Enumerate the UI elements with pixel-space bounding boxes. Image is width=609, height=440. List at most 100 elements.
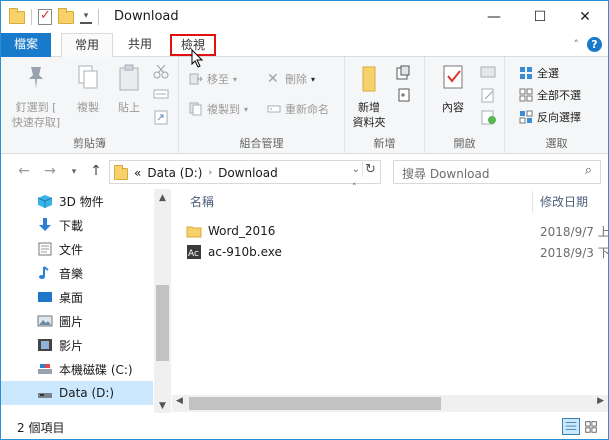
select-all-label: 全選 <box>537 67 559 80</box>
exe-icon: Ac <box>187 245 201 259</box>
help-icon[interactable]: ? <box>587 37 602 52</box>
file-date: 2018/9/7 上 <box>540 224 609 239</box>
search-input[interactable]: 搜尋 Download ⌕ <box>393 160 601 184</box>
new-group-label: 新增 <box>373 137 396 150</box>
nav-item-downloads[interactable]: 下載 <box>1 213 153 237</box>
edit-icon[interactable] <box>479 87 499 103</box>
paste-label: 貼上 <box>118 101 140 114</box>
paste-icon <box>119 64 139 91</box>
desktop-icon <box>38 292 52 302</box>
properties-icon[interactable] <box>38 8 52 25</box>
clipboard-group-label: 剪貼簿 <box>73 137 106 150</box>
scroll-thumb[interactable] <box>156 285 169 361</box>
forward-button[interactable]: → <box>41 163 59 179</box>
minimize-button[interactable]: — <box>471 1 517 33</box>
new-folder-icon[interactable] <box>58 7 74 24</box>
nav-label: Data (D:) <box>59 386 115 400</box>
help-area: ˄ ? <box>574 37 602 52</box>
select-none-button[interactable]: 全部不選 <box>519 85 581 105</box>
file-row[interactable]: Word_2016 2018/9/7 上 <box>186 221 608 241</box>
properties-button[interactable]: 內容 <box>433 63 473 115</box>
scroll-left-icon[interactable]: ◀ <box>176 396 183 406</box>
cut-icon[interactable] <box>153 65 169 79</box>
up-button[interactable]: ↑ <box>87 163 105 179</box>
properties-label: 內容 <box>442 101 464 114</box>
scroll-down-icon[interactable]: ▼ <box>154 401 171 411</box>
tab-share[interactable]: 共用 <box>115 33 165 57</box>
file-name: Word_2016 <box>208 224 276 238</box>
back-button[interactable]: ← <box>15 163 33 179</box>
copy-label: 複製 <box>77 101 99 114</box>
column-divider[interactable] <box>532 191 533 213</box>
delete-button[interactable]: ✕ 刪除 ▾ <box>267 69 315 89</box>
view-switcher <box>562 418 600 435</box>
nav-item-music[interactable]: 音樂 <box>1 261 153 285</box>
chevron-right-icon[interactable]: › <box>208 168 212 178</box>
copy-icon <box>78 65 98 89</box>
history-icon[interactable] <box>479 109 499 125</box>
nav-label: 下載 <box>59 218 84 233</box>
address-bar[interactable]: « Data (D:) › Download ⌄ ↻ <box>109 160 381 184</box>
select-all-button[interactable]: 全選 <box>519 63 559 83</box>
customize-qat-dropdown[interactable]: ▾ <box>80 10 92 24</box>
new-folder-button[interactable]: 新增 資料夾 <box>349 63 389 130</box>
invert-selection-button[interactable]: 反向選擇 <box>519 107 581 127</box>
pin-quick-access-button[interactable]: 釘選到 [ 快速存取] <box>7 63 65 130</box>
chevron-down-icon[interactable]: ⌄ <box>352 164 360 175</box>
refresh-icon[interactable]: ↻ <box>362 162 378 177</box>
item-count: 2 個項目 <box>17 421 65 435</box>
file-row[interactable]: Ac ac-910b.exe 2018/9/3 下 <box>186 242 608 262</box>
nav-item-documents[interactable]: 文件 <box>1 237 153 261</box>
copy-to-icon <box>189 102 202 116</box>
copy-button[interactable]: 複製 <box>69 63 107 115</box>
nav-item-drive-c[interactable]: 本機磁碟 (C:) <box>1 357 153 381</box>
open-group: 內容 開啟 <box>425 57 505 154</box>
rename-button[interactable]: 重新命名 <box>267 99 329 119</box>
copy-path-icon[interactable] <box>153 87 169 101</box>
address-prefix[interactable]: « <box>134 166 141 180</box>
close-button[interactable]: ✕ <box>562 1 608 33</box>
paste-shortcut-icon[interactable] <box>153 109 169 125</box>
ribbon: 釘選到 [ 快速存取] 複製 貼上 剪貼簿 移至 ▾ ✕ 刪除 ▾ 複製到 ▾ … <box>1 57 608 154</box>
nav-item-pictures[interactable]: 圖片 <box>1 309 153 333</box>
nav-item-drive-d[interactable]: Data (D:) <box>1 381 153 405</box>
recent-locations-button[interactable]: ▾ <box>65 167 83 177</box>
folder-icon[interactable] <box>9 7 25 24</box>
explorer-window: ▾ Download — ☐ ✕ 檔案 常用 共用 檢視 ˄ ? 釘選到 [ 快… <box>0 0 609 440</box>
scroll-up-icon[interactable]: ▲ <box>154 193 171 203</box>
nav-scrollbar[interactable]: ▲ ▼ <box>154 189 171 413</box>
copy-to-button[interactable]: 複製到 ▾ <box>189 99 248 119</box>
large-icons-view-icon[interactable] <box>582 418 600 435</box>
move-to-button[interactable]: 移至 ▾ <box>189 69 237 89</box>
tab-file[interactable]: 檔案 <box>1 33 51 57</box>
documents-icon <box>38 242 52 256</box>
address-segment-folder[interactable]: Download <box>218 166 278 180</box>
paste-button[interactable]: 貼上 <box>111 63 147 115</box>
scroll-right-icon[interactable]: ▶ <box>597 396 604 406</box>
column-header-modified[interactable]: 修改日期 <box>540 189 588 215</box>
maximize-button[interactable]: ☐ <box>517 1 563 33</box>
collapse-ribbon-icon[interactable]: ˄ <box>574 38 580 51</box>
nav-item-3d-objects[interactable]: 3D 物件 <box>1 189 153 213</box>
address-segment-drive[interactable]: Data (D:) <box>147 166 202 180</box>
nav-item-videos[interactable]: 影片 <box>1 333 153 357</box>
qat-separator <box>31 9 32 25</box>
easy-access-icon[interactable] <box>395 87 415 103</box>
nav-label: 圖片 <box>59 314 84 329</box>
scroll-thumb[interactable] <box>189 397 441 410</box>
horizontal-scrollbar[interactable]: ◀ ▶ <box>172 395 608 412</box>
details-view-icon[interactable] <box>562 418 580 435</box>
open-icon[interactable] <box>479 65 499 81</box>
new-item-icon[interactable] <box>395 65 415 81</box>
chevron-down-icon: ▾ <box>233 74 238 84</box>
address-row: ← → ▾ ↑ « Data (D:) › Download ⌄ ↻ 搜尋 Do… <box>1 159 608 185</box>
title-bar: ▾ Download — ☐ ✕ <box>1 1 608 33</box>
folder-icon <box>186 226 202 238</box>
pin-icon <box>29 67 43 89</box>
navigation-pane: 3D 物件 下載 文件 音樂 桌面 圖片 影片 本機磁碟 (C:) Data (… <box>1 189 171 413</box>
column-header-name[interactable]: 名稱 <box>190 189 214 215</box>
nav-item-desktop[interactable]: 桌面 <box>1 285 153 309</box>
select-group: 全選 全部不選 反向選擇 選取 <box>505 57 608 154</box>
tab-home[interactable]: 常用 <box>61 33 113 58</box>
search-icon: ⌕ <box>584 163 592 178</box>
